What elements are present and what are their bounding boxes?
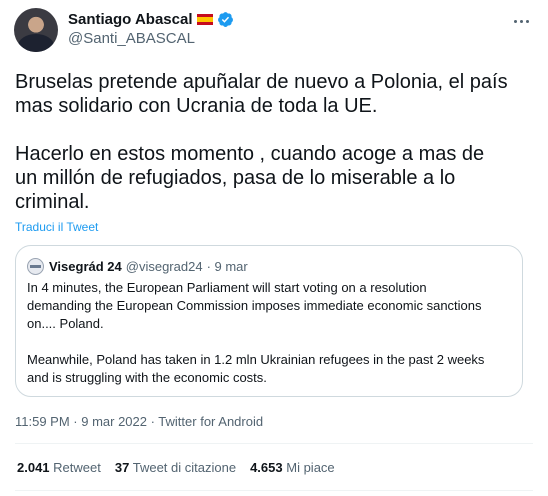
author-avatar[interactable] bbox=[14, 8, 58, 52]
tweet: Santiago Abascal @Santi_ABASCAL Bruselas… bbox=[0, 0, 548, 496]
retweets-stat[interactable]: 2.041 Retweet bbox=[17, 460, 101, 475]
quoted-tweet[interactable]: Visegrád 24 @visegrad24 · 9 mar In 4 min… bbox=[15, 245, 523, 397]
likes-count: 4.653 bbox=[250, 460, 283, 475]
quotes-label: Tweet di citazione bbox=[132, 460, 237, 475]
retweets-label: Retweet bbox=[53, 460, 101, 475]
quotes-count: 37 bbox=[114, 460, 130, 475]
divider bbox=[15, 490, 533, 491]
tweet-text: Bruselas pretende apuñalar de nuevo a Po… bbox=[15, 71, 508, 213]
divider bbox=[15, 443, 533, 444]
likes-label: Mi piace bbox=[286, 460, 335, 475]
likes-stat[interactable]: 4.653 Mi piace bbox=[250, 460, 335, 475]
author-name-row: Santiago Abascal bbox=[68, 10, 234, 28]
quoted-author-avatar bbox=[27, 258, 44, 275]
translate-link[interactable]: Traduci il Tweet bbox=[15, 220, 98, 234]
quoted-tweet-text: In 4 minutes, the European Parliament wi… bbox=[27, 280, 485, 385]
quote-tweets-stat[interactable]: 37 Tweet di citazione bbox=[115, 460, 236, 475]
author-handle[interactable]: @Santi_ABASCAL bbox=[68, 30, 195, 47]
quoted-author-handle: @visegrad24 bbox=[125, 259, 203, 274]
author-name[interactable]: Santiago Abascal bbox=[68, 11, 192, 28]
more-options-icon[interactable] bbox=[510, 10, 532, 32]
quoted-author-name: Visegrád 24 bbox=[49, 259, 122, 274]
quoted-tweet-date: · 9 mar bbox=[206, 259, 248, 274]
verified-badge-icon bbox=[218, 11, 234, 27]
quoted-tweet-header: Visegrád 24 @visegrad24 · 9 mar bbox=[27, 258, 248, 275]
retweets-count: 2.041 bbox=[17, 460, 50, 475]
spain-flag-icon bbox=[197, 13, 214, 25]
tweet-timestamp[interactable]: 11:59 PM · 9 mar 2022 · Twitter for Andr… bbox=[15, 414, 263, 429]
engagement-stats: 2.041 Retweet 37 Tweet di citazione 4.65… bbox=[17, 460, 349, 475]
